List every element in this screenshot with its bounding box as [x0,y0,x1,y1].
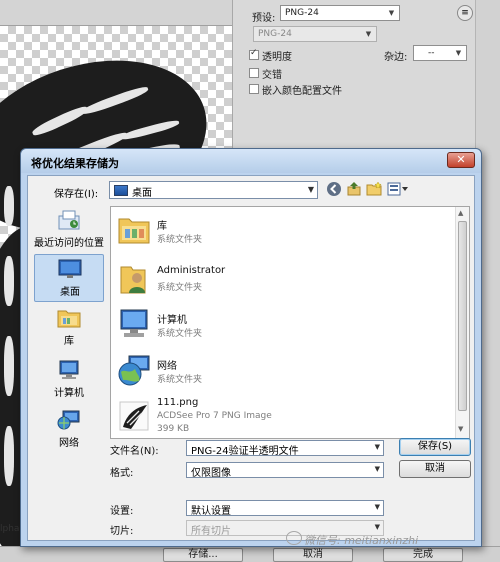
panel-menu-icon[interactable]: ≡ [457,5,473,21]
chevron-down-icon: ▼ [455,49,462,57]
file-type: 系统文件夹 [157,235,203,245]
scrollbar-thumb[interactable] [458,221,467,411]
matte-value: -- [428,48,435,58]
png-file-icon [119,401,149,431]
save-dialog: 将优化结果存储为 ✕ 保存在(I): 桌面 ▼ 最近访问的位置 桌面 库 计算机… [20,148,482,547]
filename-input[interactable]: PNG-24验证半透明文件 ▼ [186,440,384,456]
store-button[interactable]: 存储... [163,548,243,562]
new-folder-icon[interactable] [366,181,382,197]
watermark-text: 微信号: meitianxinzhi [304,534,419,547]
computer-icon [120,309,148,337]
transparency-label: 透明度 [262,52,292,63]
file-list[interactable]: 库 系统文件夹 Administrator 系统文件夹 计算机 系统文件夹 网络… [110,206,470,439]
file-name: Administrator [157,265,226,276]
wechat-watermark-icon [286,531,302,545]
up-folder-icon[interactable] [346,181,362,197]
file-type: 系统文件夹 [157,329,203,339]
computer-icon [59,360,79,379]
done-button[interactable]: 完成 [383,548,463,562]
place-recent[interactable]: 最近访问的位置 [34,206,104,254]
format-select[interactable]: PNG-24 ▼ [253,26,377,42]
format-value: PNG-24 [258,29,292,39]
file-name: 111.png [157,397,199,408]
place-label: 桌面 [60,287,80,298]
place-label: 网络 [59,438,79,449]
filename-value: PNG-24验证半透明文件 [191,446,299,456]
place-label: 最近访问的位置 [34,238,104,249]
settings-label: 设置: [110,506,134,517]
file-name: 库 [157,221,167,232]
file-item-administrator[interactable]: Administrator 系统文件夹 [111,257,451,303]
desktop-icon [114,185,128,196]
slices-value: 所有切片 [191,526,231,536]
file-type: 系统文件夹 [157,375,203,385]
slices-label: 切片: [110,526,134,537]
matte-label: 杂边: [384,52,408,63]
background-cancel-button[interactable]: 取消 [273,548,353,562]
view-menu-icon[interactable] [386,181,410,197]
matte-select[interactable]: -- ▼ [413,45,467,61]
file-type: ACDSee Pro 7 PNG Image [157,411,272,421]
chevron-down-icon: ▼ [307,185,314,194]
transparency-checkbox[interactable] [249,48,259,60]
close-button[interactable]: ✕ [447,152,475,168]
interlaced-label: 交错 [262,70,282,81]
dialog-titlebar[interactable]: 将优化结果存储为 ✕ [21,149,481,173]
place-desktop[interactable]: 桌面 [34,254,104,302]
alpha-edge-text: lpha [0,524,20,534]
scroll-up-icon[interactable]: ▲ [458,209,463,217]
filename-label: 文件名(N): [110,446,159,457]
interlaced-checkbox[interactable] [249,68,259,78]
file-name: 网络 [157,361,177,372]
file-item-network[interactable]: 网络 系统文件夹 [111,349,451,395]
embed-profile-checkbox[interactable] [249,84,259,94]
settings-value: 默认设置 [191,506,231,516]
save-button[interactable]: 保存(S) [399,438,471,456]
preset-select[interactable]: PNG-24 ▼ [280,5,400,21]
places-bar: 最近访问的位置 桌面 库 计算机 网络 [34,206,104,456]
file-size: 399 KB [157,424,190,434]
file-item-computer[interactable]: 计算机 系统文件夹 [111,303,451,349]
back-icon[interactable] [326,181,342,197]
libraries-folder-icon [118,218,150,244]
format-label: 格式: [110,468,134,479]
save-in-label: 保存在(I): [54,189,99,200]
cancel-button[interactable]: 取消 [399,460,471,478]
format-select[interactable]: 仅限图像 ▼ [186,462,384,478]
chevron-down-icon: ▼ [388,9,395,17]
save-in-select[interactable]: 桌面 ▼ [109,181,318,199]
network-globe-icon [118,355,150,386]
place-label: 库 [64,336,74,347]
user-folder-icon [120,266,146,294]
place-network[interactable]: 网络 [34,406,104,454]
save-in-value: 桌面 [132,188,152,199]
recent-places-icon [58,210,80,230]
settings-select[interactable]: 默认设置 ▼ [186,500,384,516]
network-icon [57,410,80,430]
preset-label: 预设: [252,13,276,24]
chevron-down-icon: ▼ [374,523,380,531]
dialog-body: 保存在(I): 桌面 ▼ 最近访问的位置 桌面 库 计算机 网络 库 系统文件夹… [27,175,475,541]
chevron-down-icon: ▼ [374,503,380,511]
embed-profile-label: 嵌入颜色配置文件 [262,86,342,97]
place-label: 计算机 [54,388,84,399]
file-item-libraries[interactable]: 库 系统文件夹 [111,209,451,255]
desktop-icon [58,259,82,278]
format-value: 仅限图像 [191,468,231,478]
chevron-down-icon: ▼ [365,30,372,38]
file-item-111-png[interactable]: 111.png ACDSee Pro 7 PNG Image 399 KB [111,395,451,438]
dialog-title: 将优化结果存储为 [31,157,119,170]
file-name: 计算机 [157,315,187,326]
preview-tab-bar [0,0,232,26]
place-libraries[interactable]: 库 [34,304,104,352]
chevron-down-icon: ▼ [374,465,380,473]
chevron-down-icon: ▼ [374,443,380,451]
preset-value: PNG-24 [285,8,319,18]
scroll-down-icon[interactable]: ▼ [458,425,463,433]
file-type: 系统文件夹 [157,283,203,293]
place-computer[interactable]: 计算机 [34,356,104,404]
file-list-scrollbar[interactable]: ▲ ▼ [455,207,469,438]
libraries-icon [57,310,81,328]
